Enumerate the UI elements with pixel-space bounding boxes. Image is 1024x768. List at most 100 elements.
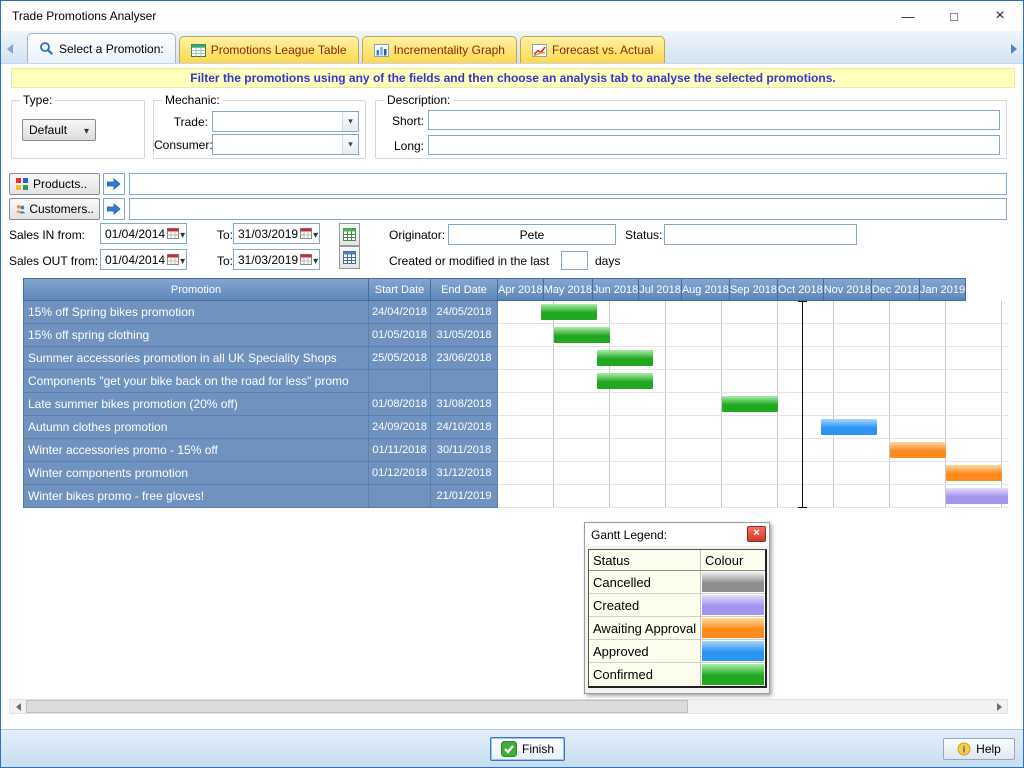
trade-combobox[interactable] [212,111,359,132]
sales-out-to-label: To: [217,254,233,268]
promotion-start-date-cell: 24/04/2018 [369,301,431,324]
legend-colour-cell [701,617,765,639]
scrollbar-right-button[interactable] [991,700,1007,713]
promotion-end-date-cell: 23/06/2018 [431,347,498,370]
type-group-label: Type: [20,93,55,107]
promotion-name-cell: 15% off Spring bikes promotion [23,301,369,324]
products-button[interactable]: Products.. [9,173,100,195]
gantt-row-timeline [498,347,1008,370]
tab-promotions-league-table[interactable]: Promotions League Table [179,36,359,63]
long-description-input[interactable] [428,135,1000,155]
tab-scroll-right-icon[interactable] [1011,44,1017,54]
legend-status-label: Approved [589,640,701,662]
status-input[interactable] [664,224,857,245]
sales-in-to-datepicker[interactable]: 31/03/2019 [233,223,320,244]
tab-select-a-promotion[interactable]: Select a Promotion: [27,33,176,63]
chevron-down-icon [180,227,185,241]
calendar-icon [300,254,312,265]
calendar-icon [167,228,179,239]
sales-in-to-value: 31/03/2019 [238,227,298,241]
days-input[interactable] [561,251,588,270]
calendar-icon [300,228,312,239]
products-input[interactable] [129,173,1007,195]
gantt-row[interactable]: Winter bikes promo - free gloves!21/01/2… [23,485,1008,508]
gantt-row[interactable]: Autumn clothes promotion24/09/201824/10/… [23,416,1008,439]
legend-title: Gantt Legend: [591,528,667,542]
gantt-row[interactable]: 15% off spring clothing01/05/201831/05/2… [23,324,1008,347]
products-button-label: Products.. [33,177,87,191]
gantt-bar-confirmed [597,373,653,389]
promotion-name-cell: Components "get your bike back on the ro… [23,370,369,393]
originator-label: Originator: [389,228,445,242]
type-group: Type: Default [11,100,145,159]
sales-in-to-calendar-button[interactable] [298,224,320,243]
chevron-down-icon [342,135,358,154]
sales-in-from-datepicker[interactable]: 01/04/2014 [100,223,187,244]
tab-scroll-left-icon[interactable] [7,44,13,54]
gantt-bar-awaiting [890,442,946,458]
tab-forecast-vs-actual[interactable]: Forecast vs. Actual [520,36,665,63]
gantt-row[interactable]: Late summer bikes promotion (20% off)01/… [23,393,1008,416]
gantt-bar-approved [821,419,877,435]
calendar-grid-button-bottom[interactable] [339,246,360,269]
gantt-row[interactable]: Winter accessories promo - 15% off01/11/… [23,439,1008,462]
green-check-icon [501,741,517,757]
tab-label: Incrementality Graph [394,43,505,57]
gantt-row-timeline [498,416,1008,439]
tab-label: Forecast vs. Actual [552,43,653,57]
trade-label: Trade: [154,115,208,129]
gantt-table: PromotionStart DateEnd DateApr 2018May 2… [23,278,1008,509]
close-button[interactable]: × [977,1,1023,31]
promotion-end-date-cell: 24/05/2018 [431,301,498,324]
legend-row-confirmed: Confirmed [589,663,765,686]
promotion-end-date-cell: 31/08/2018 [431,393,498,416]
gantt-row[interactable]: 15% off Spring bikes promotion24/04/2018… [23,301,1008,324]
today-marker-line [802,301,803,508]
type-dropdown[interactable]: Default [22,119,96,141]
gantt-row[interactable]: Winter components promotion01/12/201831/… [23,462,1008,485]
gantt-month-header: Oct 2018 [778,278,824,301]
sales-in-from-calendar-button[interactable] [165,224,187,243]
gantt-row[interactable]: Summer accessories promotion in all UK S… [23,347,1008,370]
help-button[interactable]: i Help [943,738,1015,760]
scrollbar-thumb[interactable] [26,700,688,713]
calendar-grid-button-top[interactable] [339,223,360,246]
promotion-end-date-cell: 21/01/2019 [431,485,498,508]
gantt-column-header-promotion[interactable]: Promotion [23,278,369,301]
tab-label: Promotions League Table [211,43,347,57]
maximize-button[interactable]: □ [931,1,977,31]
sales-out-from-calendar-button[interactable] [165,250,187,269]
customers-go-button[interactable] [103,198,125,220]
minimize-button[interactable]: — [885,1,931,31]
gantt-column-header-end-date[interactable]: End Date [431,278,498,301]
sales-out-from-datepicker[interactable]: 01/04/2014 [100,249,187,270]
products-go-button[interactable] [103,173,125,195]
customers-button[interactable]: Customers.. [9,198,100,220]
gantt-column-header-start-date[interactable]: Start Date [369,278,431,301]
gantt-row-timeline [498,485,1008,508]
sales-out-to-datepicker[interactable]: 31/03/2019 [233,249,320,270]
finish-button[interactable]: Finish [490,737,565,761]
blue-arrow-icon [107,203,121,215]
customers-input[interactable] [129,198,1007,220]
promotion-end-date-cell: 24/10/2018 [431,416,498,439]
promotion-end-date-cell: 30/11/2018 [431,439,498,462]
sales-out-from-value: 01/04/2014 [105,253,165,267]
gantt-bar-confirmed [541,304,597,320]
gantt-row[interactable]: Components "get your bike back on the ro… [23,370,1008,393]
info-banner: Filter the promotions using any of the f… [11,68,1015,88]
legend-status-label: Confirmed [589,663,701,686]
gantt-bar-created [946,488,1008,504]
type-dropdown-value: Default [29,123,67,137]
legend-colour-cell [701,594,765,616]
originator-input[interactable] [448,224,616,245]
sales-out-to-calendar-button[interactable] [298,250,320,269]
consumer-combobox[interactable] [212,134,359,155]
scrollbar-left-button[interactable] [10,700,26,713]
calendar-grid-icon [343,228,356,241]
tab-incrementality-graph[interactable]: Incrementality Graph [362,36,517,63]
promotion-start-date-cell [369,370,431,393]
legend-close-button[interactable]: × [747,526,766,542]
forecast-icon [532,44,547,57]
short-description-input[interactable] [428,110,1000,130]
